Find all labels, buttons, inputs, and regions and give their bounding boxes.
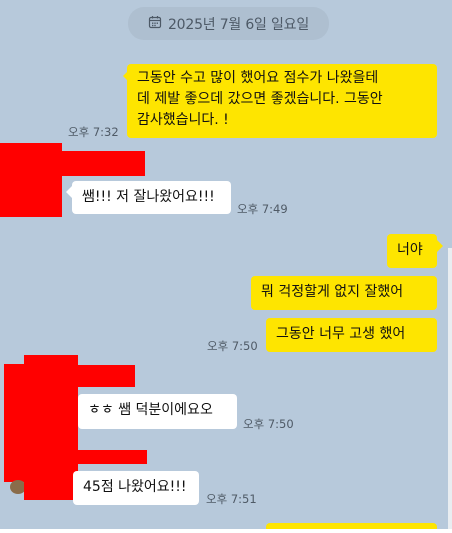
- message-bubble-other[interactable]: 45점 나왔어요!!!: [73, 471, 199, 505]
- date-label: 2025년 7월 6일 일요일: [167, 16, 310, 33]
- message-bubble-mine[interactable]: 그동안 너무 고생 했어: [266, 318, 437, 352]
- redacted-avatar: [24, 460, 78, 500]
- bubble-tail: [123, 70, 129, 82]
- calendar-icon: [148, 15, 162, 33]
- redacted-name: [0, 143, 62, 151]
- message-time: 오후 7:51: [206, 492, 257, 506]
- message-bubble-other[interactable]: 쌤!!! 저 잘나왔어요!!!: [72, 181, 231, 214]
- message-time: 오후 7:50: [207, 339, 258, 353]
- message-bubble-mine[interactable]: 뭐 걱정할게 없지 잘했어: [251, 276, 437, 310]
- bubble-tail: [437, 240, 443, 252]
- message-bubble-other[interactable]: ㅎㅎ 쌤 덕분이에요오: [78, 394, 237, 429]
- message-bubble-mine[interactable]: 그동안 수고 많이 했어요 점수가 나왔을테 데 제발 좋으데 갔으면 좋겠습니…: [127, 64, 437, 138]
- redacted-name: [0, 151, 145, 176]
- date-divider: 2025년 7월 6일 일요일: [128, 7, 329, 40]
- redacted-avatar: [0, 176, 62, 217]
- message-time: 오후 7:50: [243, 417, 294, 431]
- chat-room[interactable]: 2025년 7월 6일 일요일 그동안 수고 많이 했어요 점수가 나왔을테 데…: [0, 0, 452, 533]
- bubble-tail: [66, 186, 72, 198]
- message-time: 오후 7:32: [68, 125, 119, 139]
- input-area-edge: [0, 529, 452, 533]
- message-bubble-mine[interactable]: 너야: [387, 234, 437, 268]
- scrollbar[interactable]: [448, 248, 452, 533]
- message-time: 오후 7:49: [237, 202, 288, 216]
